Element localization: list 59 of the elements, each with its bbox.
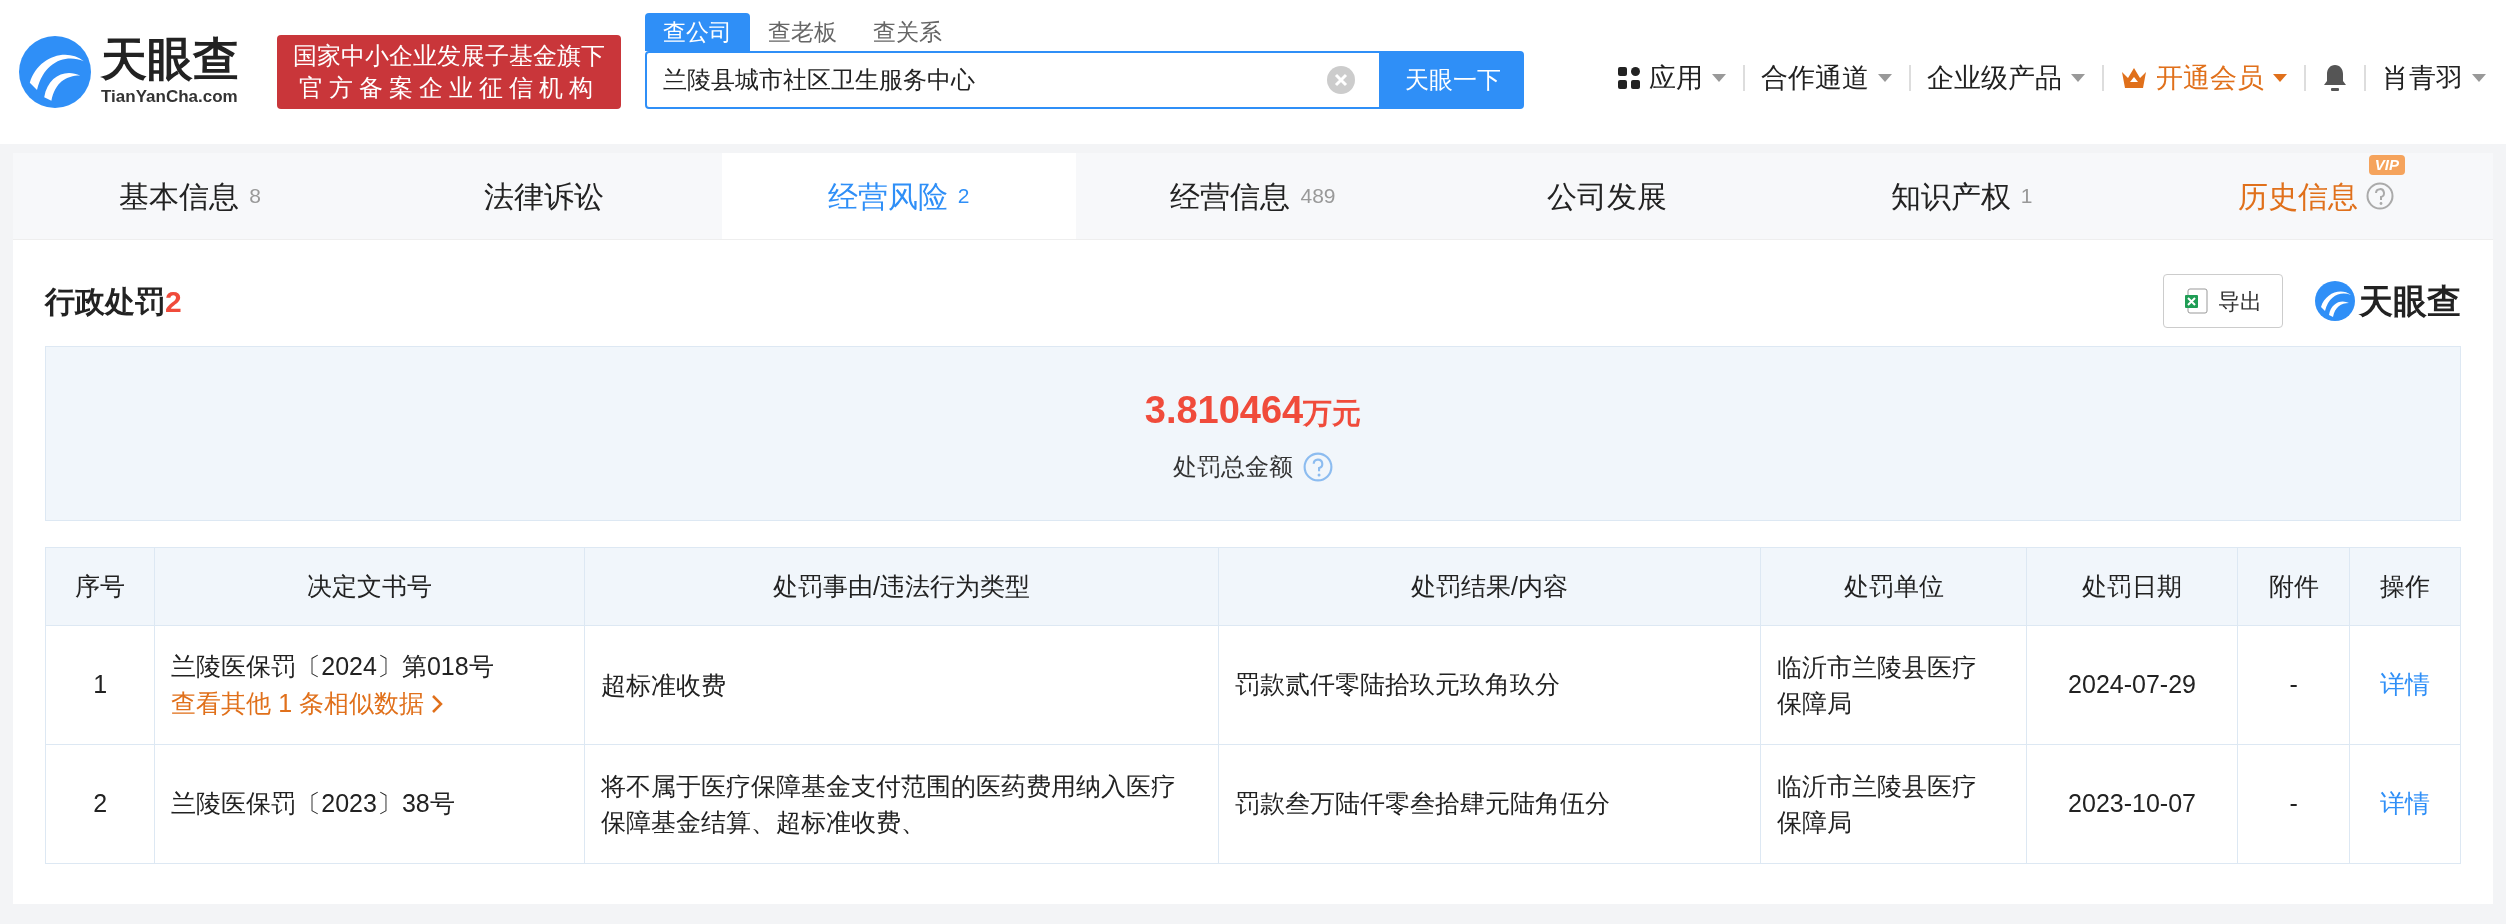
nav-menu[interactable]: 合作通道 — [1761, 57, 1893, 99]
apps-icon — [1617, 66, 1641, 90]
column-header: 处罚日期 — [2026, 547, 2238, 626]
column-header: 附件 — [2237, 547, 2350, 626]
table-cell: 临沂市兰陵县医疗保障局 — [1760, 744, 2027, 864]
logo-icon — [19, 36, 91, 108]
logo-name: 天眼查 — [101, 34, 239, 85]
table-cell: 超标准收费 — [584, 625, 1219, 745]
nav-menu[interactable]: 肖青羽 — [2382, 57, 2487, 99]
table-cell: - — [2237, 744, 2350, 864]
help-icon[interactable] — [2365, 182, 2394, 210]
caret-icon — [2070, 73, 2086, 83]
table-cell-text: 兰陵医保罚〔2023〕38号 — [171, 788, 456, 820]
caret-icon — [2272, 73, 2288, 83]
table-cell: 1 — [45, 625, 155, 745]
column-header: 处罚事由/违法行为类型 — [584, 547, 1219, 626]
category-tab[interactable]: 经营信息 489 — [1075, 153, 1431, 239]
spreadsheet-icon — [2184, 288, 2208, 314]
column-header: 处罚结果/内容 — [1218, 547, 1761, 626]
export-button[interactable]: 导出 — [2163, 274, 2283, 328]
table-cell: 2 — [45, 744, 155, 864]
search-field[interactable]: 兰陵县城市社区卫生服务中心 — [645, 51, 1381, 109]
caret-icon — [2471, 73, 2487, 83]
nav-menu[interactable]: 应用 — [1617, 57, 1727, 99]
caret-icon — [1877, 73, 1893, 83]
search-tab[interactable]: 查关系 — [855, 13, 960, 51]
table-cell: 将不属于医疗保障基金支付范围的医药费用纳入医疗保障基金结算、超标准收费、 — [584, 744, 1219, 864]
badge-text: 国家中小企业发展子基金旗下 — [293, 41, 605, 71]
vip-badge: VIP — [2368, 155, 2405, 175]
nav-menu[interactable]: 企业级产品 — [1927, 57, 2086, 99]
category-tab[interactable]: 知识产权 1 — [1784, 153, 2139, 239]
crown-icon — [2120, 66, 2148, 90]
category-tab[interactable]: 公司发展 — [1430, 153, 1785, 239]
category-tab[interactable]: 法律诉讼 — [367, 153, 722, 239]
table-cell: 罚款贰仟零陆拾玖元玖角玖分 — [1218, 625, 1761, 745]
help-icon[interactable] — [1303, 452, 1333, 482]
table-cell-text: 兰陵医保罚〔2024〕第018号 — [171, 650, 495, 682]
brand-name: 天眼查 — [2359, 280, 2461, 322]
logo-domain: TianYanCha.com — [101, 86, 239, 109]
column-header: 操作 — [2349, 547, 2461, 626]
caret-icon — [1711, 73, 1727, 83]
table-cell: 2023-10-07 — [2026, 744, 2238, 864]
table-cell: 罚款叁万陆仟零叁拾肆元陆角伍分 — [1218, 744, 1761, 864]
amount-label: 处罚总金额 — [1173, 452, 1293, 482]
badge-text: 官方备案企业征信机构 — [299, 73, 599, 103]
table-cell: 2024-07-29 — [2026, 625, 2238, 745]
section-title: 行政处罚2 — [45, 283, 182, 320]
column-header: 序号 — [45, 547, 155, 626]
bell-icon[interactable] — [2322, 63, 2348, 93]
chevron-icon — [430, 692, 445, 715]
clear-icon[interactable] — [1327, 66, 1355, 94]
total-amount: 3.810464万元 — [1144, 388, 1362, 433]
logo-icon — [2315, 281, 2355, 321]
table-cell: - — [2237, 625, 2350, 745]
search-tab[interactable]: 查老板 — [750, 13, 855, 51]
table-cell: 临沂市兰陵县医疗保障局 — [1760, 625, 2027, 745]
category-tab[interactable]: 基本信息 8 — [13, 153, 368, 239]
column-header: 决定文书号 — [154, 547, 585, 626]
column-header: 处罚单位 — [1760, 547, 2027, 626]
